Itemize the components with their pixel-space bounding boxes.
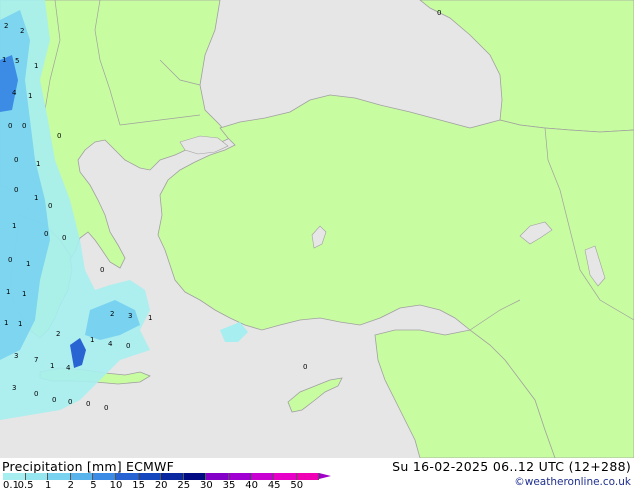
colorbar-swatch <box>48 473 71 480</box>
point-value: 1 <box>18 320 22 328</box>
colorbar-swatch <box>138 473 162 480</box>
colorbar-tick-label: 25 <box>177 480 191 491</box>
point-value: 1 <box>4 319 8 327</box>
colorbar-tick-label: 5 <box>90 480 97 491</box>
colorbar-swatch <box>183 473 207 480</box>
colorbar-swatch <box>115 473 139 480</box>
point-value: 1 <box>50 362 54 370</box>
point-value: 3 <box>14 352 18 360</box>
map-footer: Precipitation [mm] ECMWF Su 16-02-2025 0… <box>0 458 634 491</box>
point-value: 7 <box>34 356 38 364</box>
point-value: 4 <box>108 340 113 348</box>
point-value: 0 <box>22 122 26 130</box>
point-value: 0 <box>34 390 38 398</box>
point-value: 0 <box>52 396 56 404</box>
point-value: 0 <box>14 156 18 164</box>
colorbar <box>3 473 332 480</box>
credit-link[interactable]: ©weatheronline.co.uk <box>514 476 631 488</box>
point-value: 1 <box>28 92 32 100</box>
map-title: Precipitation [mm] ECMWF <box>2 459 174 474</box>
point-value: 0 <box>44 230 48 238</box>
point-value: 1 <box>34 194 38 202</box>
colorbar-tick-label: 20 <box>154 480 168 491</box>
colorbar-tick-label: 40 <box>245 480 258 491</box>
colorbar-arrow <box>319 473 332 479</box>
point-value: 0 <box>8 256 12 264</box>
point-value: 1 <box>22 290 26 298</box>
colorbar-tick-label: 10 <box>109 480 123 491</box>
colorbar-swatch <box>93 473 116 480</box>
colorbar-swatch <box>251 473 275 480</box>
title-text: Precipitation [mm] <box>2 459 122 474</box>
point-value: 1 <box>148 314 152 322</box>
point-value: 1 <box>2 56 6 64</box>
colorbar-tick-label: 30 <box>200 480 213 491</box>
point-value: 2 <box>110 310 114 318</box>
point-value: 3 <box>128 312 132 320</box>
colorbar-swatch <box>70 473 94 480</box>
point-value: 5 <box>15 57 19 65</box>
point-value: 1 <box>26 260 30 268</box>
point-value: 1 <box>12 222 16 230</box>
point-value: 3 <box>12 384 16 392</box>
point-value: 1 <box>34 62 38 70</box>
point-value: 2 <box>4 22 8 30</box>
colorbar-tick-label: 2 <box>67 480 74 491</box>
colorbar-swatch <box>3 473 26 480</box>
colorbar-tick-label: 1 <box>45 480 52 491</box>
point-value: 0 <box>48 202 52 210</box>
point-value: 0 <box>8 122 12 130</box>
colorbar-ticks: 0.1 0.5 1 2 5 10 15 20 25 30 35 40 45 50 <box>0 480 340 491</box>
colorbar-swatch <box>25 473 49 480</box>
colorbar-tick-label: 0.1 <box>3 480 19 491</box>
point-value: 1 <box>36 160 40 168</box>
colorbar-tick-label: 0.5 <box>17 480 34 491</box>
colorbar-swatch <box>161 473 184 480</box>
point-value: 2 <box>20 27 24 35</box>
weather-map: 2 2 1 5 1 4 1 0 0 0 0 1 0 1 0 1 0 0 0 1 … <box>0 0 634 458</box>
colorbar-swatch <box>296 473 320 480</box>
valid-time: Su 16-02-2025 06..12 UTC (12+288) <box>392 459 631 474</box>
point-value: 0 <box>437 9 441 17</box>
colorbar-swatch <box>274 473 297 480</box>
point-value: 1 <box>90 336 94 344</box>
point-value: 0 <box>303 363 307 371</box>
colorbar-tick-label: 15 <box>132 480 145 491</box>
colorbar-swatch <box>228 473 252 480</box>
colorbar-tick-label: 35 <box>222 480 236 491</box>
point-value: 0 <box>100 266 104 274</box>
point-value: 0 <box>68 398 72 406</box>
point-value: 4 <box>66 364 71 372</box>
point-value: 1 <box>6 288 10 296</box>
colorbar-tick-label: 50 <box>290 480 304 491</box>
map-canvas: 2 2 1 5 1 4 1 0 0 0 0 1 0 1 0 1 0 0 0 1 … <box>0 0 634 458</box>
point-value: 0 <box>14 186 18 194</box>
colorbar-tick-label: 45 <box>267 480 281 491</box>
point-value: 0 <box>57 132 61 140</box>
colorbar-swatch <box>206 473 229 480</box>
point-value: 4 <box>12 89 17 97</box>
point-value: 2 <box>56 330 60 338</box>
point-value: 0 <box>86 400 90 408</box>
point-value: 0 <box>62 234 66 242</box>
point-value: 0 <box>126 342 130 350</box>
model-name: ECMWF <box>126 459 174 474</box>
point-value: 0 <box>104 404 108 412</box>
